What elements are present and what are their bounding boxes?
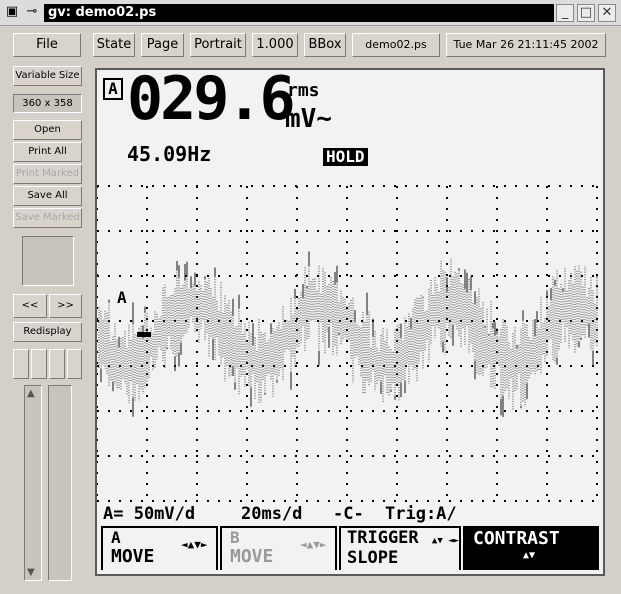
panner-cell — [49, 349, 65, 379]
filename-label: demo02.ps — [352, 33, 440, 57]
softkey-a-move[interactable]: A MOVE ◄▲▼► — [101, 526, 218, 570]
date-label: Tue Mar 26 21:11:45 2002 — [446, 33, 606, 57]
window-title: gv: demo02.ps — [44, 4, 554, 22]
bbox-button[interactable]: BBox — [304, 33, 346, 57]
variable-size-button[interactable]: Variable Size — [13, 66, 82, 86]
close-button[interactable]: ✕ — [598, 4, 616, 22]
next-page-button[interactable]: >> — [49, 294, 82, 318]
redisplay-button[interactable]: Redisplay — [13, 322, 82, 342]
print-marked-button[interactable]: Print Marked — [13, 164, 82, 184]
page-size-label: 360 x 358 — [13, 94, 82, 113]
page-menu-button[interactable]: Page — [141, 33, 184, 57]
time-per-div: 20ms/d — [241, 504, 303, 524]
hold-badge: HOLD — [323, 148, 368, 166]
document-view[interactable]: A 029.6 rms mV~ 45.09Hz HOLD A A= 50mV/d… — [95, 68, 605, 576]
file-menu-button[interactable]: File — [13, 33, 81, 57]
trace-marker-a: A — [117, 288, 127, 307]
softkey-contrast[interactable]: CONTRAST ▲▼ — [463, 526, 599, 570]
print-all-button[interactable]: Print All — [13, 142, 82, 162]
panner-cell — [31, 349, 47, 379]
panner-area[interactable] — [48, 385, 72, 581]
softkey-label: A — [111, 528, 121, 547]
unit-mv: mV~ — [285, 104, 332, 134]
softkey-trigger-slope[interactable]: TRIGGER SLOPE ▲▼ ◄► — [339, 526, 461, 570]
orientation-button[interactable]: Portrait — [190, 33, 246, 57]
vertical-scrollbar[interactable]: ▲ ▼ — [24, 385, 42, 581]
frequency-reading: 45.09Hz — [127, 142, 212, 166]
softkey-label: CONTRAST — [473, 528, 560, 549]
panner-cell — [67, 349, 82, 379]
save-all-button[interactable]: Save All — [13, 186, 82, 206]
trigger-icon: -C- — [333, 504, 364, 524]
main-reading: 029.6 — [127, 68, 296, 134]
trigger-status: Trig:A/ — [385, 504, 457, 524]
softkey-label: MOVE — [111, 546, 155, 567]
contrast-arrows-icon: ▲▼ — [523, 550, 536, 561]
app-menu-icon[interactable]: ▣ — [4, 4, 20, 20]
maximize-button[interactable]: □ — [577, 4, 595, 22]
state-menu-button[interactable]: State — [93, 33, 135, 57]
move-arrows-icon: ◄▲▼► — [181, 538, 208, 551]
title-bar: ▣ ⊸ gv: demo02.ps _ □ ✕ — [0, 0, 621, 26]
softkey-b-move[interactable]: B MOVE ◄▲▼► — [220, 526, 337, 570]
volts-per-div: A= 50mV/d — [103, 504, 196, 524]
channel-badge: A — [103, 78, 123, 100]
softkey-label: SLOPE — [347, 548, 399, 568]
scroll-up-icon[interactable]: ▲ — [27, 388, 35, 399]
minimize-button[interactable]: _ — [556, 4, 574, 22]
prev-page-button[interactable]: << — [13, 294, 47, 318]
pin-icon[interactable]: ⊸ — [24, 4, 40, 20]
open-button[interactable]: Open — [13, 120, 82, 140]
move-arrows-icon: ◄▲▼► — [300, 538, 327, 551]
scroll-down-icon[interactable]: ▼ — [27, 567, 35, 578]
slope-arrows-icon: ▲▼ ◄► — [431, 536, 459, 546]
panner-cell — [13, 349, 29, 379]
softkey-label: B — [230, 528, 240, 547]
page-list[interactable] — [22, 236, 74, 286]
softkey-label: TRIGGER — [347, 528, 419, 548]
softkey-label: MOVE — [230, 546, 274, 567]
unit-rms: rms — [287, 80, 320, 101]
save-marked-button[interactable]: Save Marked — [13, 208, 82, 228]
magnification-button[interactable]: 1.000 — [252, 33, 298, 57]
